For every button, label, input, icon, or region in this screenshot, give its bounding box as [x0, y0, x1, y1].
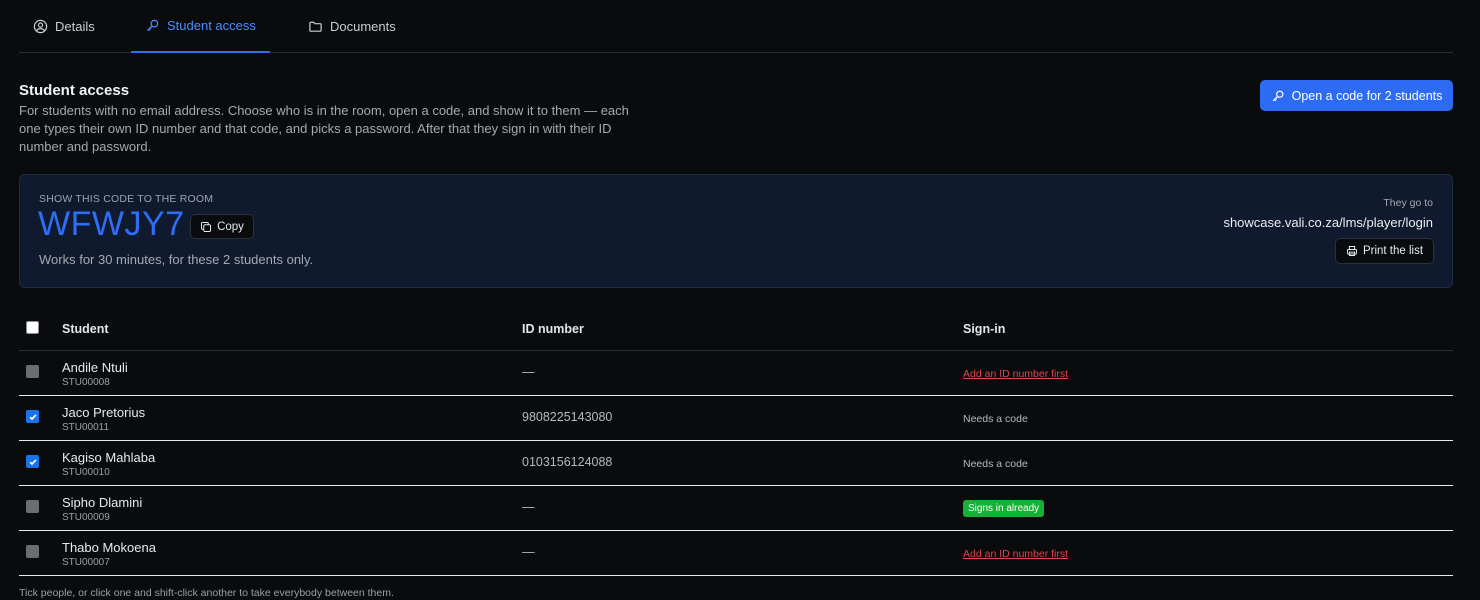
key-icon [1272, 90, 1284, 101]
student-code: STU00008 [62, 377, 110, 388]
tab-documents-label: Documents [330, 19, 396, 34]
tab-details-label: Details [55, 19, 95, 34]
status-badge: Signs in already [963, 500, 1045, 517]
section-title: Student access [19, 82, 130, 99]
table-row[interactable]: Thabo Mokoena STU00007 — Add an ID numbe… [19, 531, 1453, 576]
copy-code-button[interactable]: Copy [190, 214, 254, 239]
student-id-number: — [522, 365, 535, 379]
folder-icon [309, 21, 322, 32]
row-checkbox[interactable] [26, 545, 39, 558]
student-code: STU00010 [62, 467, 110, 478]
column-header-id-number: ID number [522, 322, 584, 336]
key-icon [146, 19, 159, 32]
checkmark-icon [28, 413, 37, 420]
student-code: STU00007 [62, 557, 110, 568]
checkmark-icon [28, 458, 37, 465]
column-header-sign-in: Sign-in [963, 322, 1006, 336]
student-name: Andile Ntuli [62, 360, 128, 375]
sign-in-status: Needs a code [963, 413, 1028, 425]
student-name: Jaco Pretorius [62, 405, 146, 420]
table-row[interactable]: Jaco Pretorius STU00011 9808225143080 Ne… [19, 396, 1453, 441]
students-table: Student ID number Sign-in Andile Ntuli S… [19, 306, 1453, 576]
student-id-number: 9808225143080 [522, 410, 613, 424]
table-row[interactable]: Kagiso Mahlaba STU00010 0103156124088 Ne… [19, 441, 1453, 486]
column-header-student: Student [62, 322, 109, 336]
user-circle-icon [33, 19, 48, 34]
sign-in-status: Needs a code [963, 458, 1028, 470]
student-id-number: — [522, 500, 535, 514]
print-list-label: Print the list [1362, 245, 1424, 257]
login-url-label: They go to [1383, 197, 1433, 209]
tab-student-access[interactable]: Student access [131, 0, 270, 53]
row-checkbox[interactable] [26, 455, 39, 468]
student-name: Kagiso Mahlaba [62, 450, 156, 465]
student-id-number: 0103156124088 [522, 455, 613, 469]
student-id-number: — [522, 545, 535, 559]
student-name: Thabo Mokoena [62, 540, 156, 555]
open-code-button[interactable]: Open a code for 2 students [1260, 80, 1453, 111]
student-code: STU00009 [62, 512, 110, 523]
select-all-checkbox[interactable] [26, 321, 39, 334]
printer-icon [1346, 246, 1357, 256]
code-validity-note: Works for 30 minutes, for these 2 studen… [39, 252, 314, 267]
code-panel: SHOW THIS CODE TO THE ROOM WFWJY7 Copy W… [19, 174, 1453, 288]
table-row[interactable]: Sipho Dlamini STU00009 — Signs in alread… [19, 486, 1453, 531]
table-row[interactable]: Andile Ntuli STU00008 — Add an ID number… [19, 351, 1453, 396]
copy-code-label: Copy [217, 220, 244, 233]
tab-student-access-label: Student access [167, 18, 256, 33]
selection-hint: Tick people, or click one and shift-clic… [19, 587, 394, 599]
tab-details[interactable]: Details [19, 0, 109, 53]
tab-bar: Details Student access Documents [19, 0, 1453, 53]
open-code-button-label: Open a code for 2 students [1291, 88, 1443, 103]
tab-documents[interactable]: Documents [294, 0, 410, 53]
add-id-number-link[interactable]: Add an ID number first [963, 548, 1068, 560]
section-description: For students with no email address. Choo… [19, 103, 629, 154]
print-list-button[interactable]: Print the list [1335, 238, 1434, 264]
table-header: Student ID number Sign-in [19, 306, 1453, 351]
login-url: showcase.vali.co.za/lms/player/login [1223, 215, 1433, 230]
access-code: WFWJY7 [38, 205, 185, 243]
add-id-number-link[interactable]: Add an ID number first [963, 368, 1068, 380]
row-checkbox[interactable] [26, 500, 39, 513]
student-name: Sipho Dlamini [62, 495, 143, 510]
student-code: STU00011 [62, 422, 110, 433]
row-checkbox[interactable] [26, 365, 39, 378]
code-eyebrow: SHOW THIS CODE TO THE ROOM [39, 193, 214, 205]
copy-icon [201, 221, 212, 232]
row-checkbox[interactable] [26, 410, 39, 423]
